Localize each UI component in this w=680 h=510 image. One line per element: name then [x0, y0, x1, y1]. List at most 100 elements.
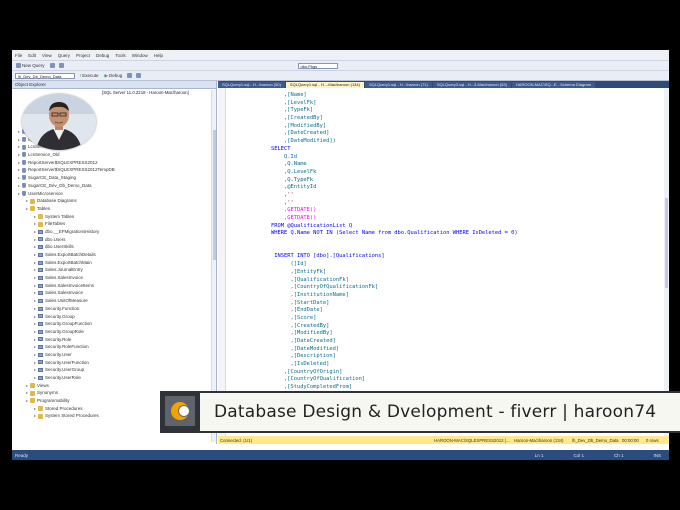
- open-icon[interactable]: [49, 63, 55, 68]
- presenter-avatar: [22, 94, 96, 150]
- tree-item-label: Views: [37, 382, 49, 388]
- tree-item-label: Sales.ExportBatchMain: [45, 259, 92, 265]
- server-node[interactable]: [SQL Server 11.0.2218 - Haroon-Mac\haroo…: [12, 89, 216, 96]
- tree-item[interactable]: ▸ FileTables: [12, 220, 216, 228]
- table-icon: [38, 245, 43, 250]
- tree-item[interactable]: ▸ SugarCE_Dev_Db_Demo_Data: [12, 182, 216, 190]
- folder-icon: [30, 198, 35, 204]
- menu-item-edit[interactable]: Edit: [28, 53, 36, 58]
- save-icon[interactable]: [58, 63, 64, 68]
- scroll-thumb[interactable]: [213, 130, 216, 260]
- tree-item[interactable]: ▸ dbo.Users: [12, 236, 216, 244]
- code-line: WHERE Q.Name NOT IN (Select Name from db…: [258, 230, 518, 237]
- menu-item-file[interactable]: File: [15, 53, 22, 58]
- line-status: Ln 1: [534, 452, 544, 458]
- stop-icon[interactable]: [127, 73, 133, 78]
- tree-item[interactable]: ▸ Sales.UnitOfMeasure: [12, 297, 216, 305]
- database-logo-icon: [165, 396, 195, 426]
- tree-item[interactable]: ▸ Views: [12, 382, 216, 390]
- parse-icon[interactable]: [136, 73, 142, 78]
- new-query-button[interactable]: New Query: [15, 63, 46, 68]
- tree-item-label: Sales.JournalEntry: [45, 267, 83, 273]
- tree-item[interactable]: ▸ LcsService_Old: [12, 151, 216, 159]
- table-icon: [38, 360, 43, 365]
- person-photo-icon: [22, 94, 96, 150]
- code-line: ,[EndDate]: [258, 307, 323, 314]
- tree-item-label: LcsService_Old: [28, 152, 60, 158]
- tree-item[interactable]: ▸ Sales.ExportBatchMain: [12, 259, 216, 267]
- tree-item[interactable]: ▸ dbo.UserSkills: [12, 243, 216, 251]
- col-status: Col 1: [573, 452, 584, 458]
- tree-item[interactable]: ▸ Security.UserRole: [12, 374, 216, 382]
- tree-item-label: Security.User: [45, 351, 72, 357]
- user-status: Haroon-Mac\haroon (134): [514, 437, 564, 443]
- menu-item-query[interactable]: Query: [58, 53, 70, 58]
- menu-item-tools[interactable]: Tools: [115, 53, 126, 58]
- tree-item[interactable]: ▸ ReportServer$SQLEXPRESS2012TempDB: [12, 166, 216, 174]
- code-line: ,[CreatedBy]: [258, 322, 330, 329]
- tree-item[interactable]: ▸ ReportServer$SQLEXPRESS2012: [12, 159, 216, 167]
- editor-scroll-thumb[interactable]: [665, 198, 668, 288]
- tree-item[interactable]: ▸ Security.Function: [12, 305, 216, 313]
- tree-item[interactable]: ▸ Security.UserFunction: [12, 359, 216, 367]
- tree-item-label: Security.Group: [45, 313, 75, 319]
- menu-item-help[interactable]: Help: [154, 53, 163, 58]
- tree-item-label: System Tables: [45, 213, 75, 219]
- tree-item[interactable]: ▸ Tables: [12, 205, 216, 213]
- sql-code[interactable]: ,[Name] ,[LevelFk] ,[TypeFk] ,[CreatedBy…: [258, 92, 518, 400]
- tree-item-label: Programmability: [37, 398, 70, 404]
- menu-item-debug[interactable]: Debug: [96, 53, 109, 58]
- tree-item[interactable]: ▸ Security.Group: [12, 313, 216, 321]
- database-dropdown[interactable]: lh_Dev_Db_Demo_Data: [15, 72, 75, 79]
- tree-item[interactable]: ▸ Sales.ExportBatchDetails: [12, 251, 216, 259]
- table-icon: [38, 337, 43, 342]
- tree-item[interactable]: ▸ Security.Role: [12, 336, 216, 344]
- menu-bar: File Edit View Query Project Debug Tools Window…: [12, 50, 669, 61]
- tree-item[interactable]: ▸ Sales.JournalEntry: [12, 266, 216, 274]
- tree-item[interactable]: ▸ Sales.SalesInvoice: [12, 274, 216, 282]
- tree-item-label: Sales.SalesInvoice: [45, 275, 84, 281]
- object-explorer-header: Object Explorer: [12, 81, 216, 89]
- tree-item-label: System Stored Procedures: [45, 413, 99, 419]
- code-line: ,@EntityId: [258, 184, 317, 191]
- tree-item[interactable]: ▸ Security.GroupFunction: [12, 320, 216, 328]
- code-line: ,[InstitutionName]: [258, 291, 349, 298]
- menu-item-window[interactable]: Window: [132, 53, 148, 58]
- tree-item[interactable]: ▸ Security.User: [12, 351, 216, 359]
- tree-item[interactable]: ▸ Security.GroupRole: [12, 328, 216, 336]
- database-icon: [22, 167, 26, 173]
- tree-item[interactable]: ▸ Database Diagrams: [12, 197, 216, 205]
- tree-item[interactable]: ▸ Security.UserGroup: [12, 366, 216, 374]
- tree-item-label: Security.Role: [45, 336, 72, 342]
- tree-item[interactable]: ▸ Security.RoleFunction: [12, 343, 216, 351]
- code-line: ,Q.Name: [258, 161, 307, 168]
- db-object-select[interactable]: dbo.Pkgs: [297, 62, 338, 69]
- tree-item-label: ReportServer$SQLEXPRESS2012TempDB: [28, 167, 115, 173]
- database-icon: [22, 175, 26, 181]
- menu-item-view[interactable]: View: [42, 53, 52, 58]
- document-tabs: SQLQuery1.sql - H...\haroon (50) SQLQuery…: [218, 81, 669, 88]
- code-line: ,GETDATE(): [258, 215, 317, 221]
- code-line: SELECT: [258, 145, 291, 152]
- code-line: ,[Score]: [258, 314, 317, 321]
- tree-item[interactable]: ▸ UserMicroservice: [12, 190, 216, 198]
- tree-item[interactable]: ▸ Sales.SalesInvoiceItems: [12, 282, 216, 290]
- code-line: ,GETDATE(): [258, 207, 317, 214]
- code-line: FROM @QualificationList Q: [258, 222, 353, 229]
- table-icon: [38, 306, 43, 311]
- tree-item[interactable]: ▸ SugarCE_Data_Staging: [12, 174, 216, 182]
- execute-button[interactable]: ! Execute: [79, 73, 100, 78]
- tree-item[interactable]: ▸ System Tables: [12, 213, 216, 221]
- server-status: HAROON-MAC\SQLEXPRESS2012 (...: [434, 437, 510, 443]
- tree-item-label: Sales.UnitOfMeasure: [45, 298, 88, 304]
- new-query-icon: [16, 63, 21, 68]
- code-line: ,[CountryOfOrigin]: [258, 368, 343, 375]
- time-status: 00:00:00: [622, 437, 639, 443]
- tree-item[interactable]: ▸ dbo.__EFMigrationsHistory: [12, 228, 216, 236]
- debug-button[interactable]: ▶ Debug: [104, 73, 124, 79]
- object-explorer-scrollbar[interactable]: [211, 90, 216, 442]
- menu-item-project[interactable]: Project: [76, 53, 90, 58]
- tree-item[interactable]: ▸ Sales.SalesInvoice: [12, 289, 216, 297]
